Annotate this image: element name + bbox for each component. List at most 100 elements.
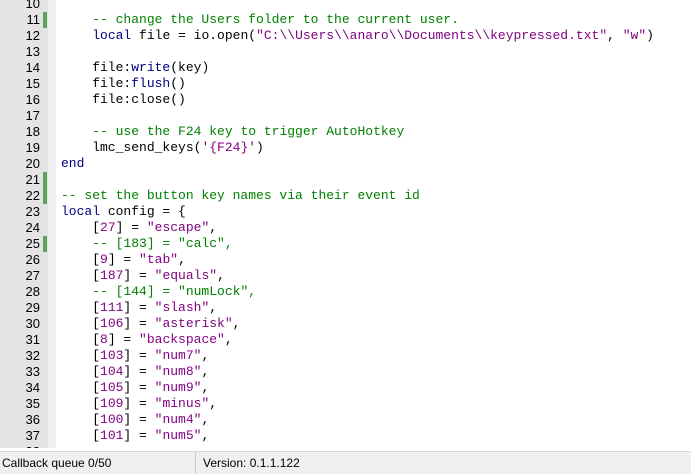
code-text[interactable]: [27] = "escape", — [61, 220, 217, 236]
code-token: "equals" — [154, 268, 218, 283]
code-line[interactable]: 31 [8] = "backspace", — [0, 332, 691, 348]
code-text[interactable]: file:close() — [61, 92, 186, 108]
line-number: 26 — [25, 252, 40, 267]
callback-queue-status: Callback queue 0/50 — [0, 452, 196, 474]
code-text[interactable]: [105] = "num9", — [61, 380, 209, 396]
code-line[interactable]: 11 -- change the Users folder to the cur… — [0, 12, 691, 28]
code-text[interactable]: -- [144] = "numLock", — [61, 284, 256, 300]
code-text[interactable]: [101] = "num5", — [61, 428, 209, 444]
code-token: , — [178, 252, 186, 267]
code-text[interactable]: [106] = "asterisk", — [61, 316, 240, 332]
code-line[interactable]: 35 [109] = "minus", — [0, 396, 691, 412]
code-token: "backspace" — [139, 332, 225, 347]
code-line[interactable]: 33 [104] = "num8", — [0, 364, 691, 380]
code-text[interactable]: -- [183] = "calc", — [61, 236, 233, 252]
line-number: 37 — [25, 428, 40, 443]
code-text[interactable]: end — [61, 156, 84, 172]
change-marker — [43, 188, 47, 204]
code-token: ) — [646, 28, 654, 43]
code-line[interactable]: 29 [111] = "slash", — [0, 300, 691, 316]
code-line[interactable]: 16 file:close() — [0, 92, 691, 108]
code-token: () — [170, 76, 186, 91]
code-line[interactable]: 26 [9] = "tab", — [0, 252, 691, 268]
code-token: , — [607, 28, 623, 43]
code-text[interactable]: [9] = "tab", — [61, 252, 186, 268]
code-line[interactable]: 25 -- [183] = "calc", — [0, 236, 691, 252]
code-line[interactable]: 24 [27] = "escape", — [0, 220, 691, 236]
code-line[interactable]: 13 — [0, 44, 691, 60]
code-text[interactable]: local config = { — [61, 204, 186, 220]
code-token: ] = — [123, 348, 155, 363]
line-number: 24 — [25, 220, 40, 235]
code-text[interactable]: [187] = "equals", — [61, 268, 225, 284]
change-marker — [43, 236, 47, 252]
code-token: ] = — [123, 364, 155, 379]
code-line[interactable]: 12 local file = io.open("C:\\Users\\anar… — [0, 28, 691, 44]
code-line[interactable]: 34 [105] = "num9", — [0, 380, 691, 396]
line-number: 20 — [25, 156, 40, 171]
code-token: end — [61, 156, 85, 171]
code-token: lmc_send_keys( — [61, 140, 202, 155]
code-token: "escape" — [146, 220, 210, 235]
code-line[interactable]: 27 [187] = "equals", — [0, 268, 691, 284]
code-token: ] = — [123, 412, 155, 427]
code-line[interactable]: 36 [100] = "num4", — [0, 412, 691, 428]
code-token: -- [183] = "calc", — [92, 236, 233, 251]
code-line[interactable]: 15 file:flush() — [0, 76, 691, 92]
code-line[interactable]: 20 end — [0, 156, 691, 172]
code-line[interactable]: 37 [101] = "num5", — [0, 428, 691, 444]
code-text[interactable]: file:flush() — [61, 76, 186, 92]
code-token: , — [201, 428, 210, 443]
code-line[interactable]: 30 [106] = "asterisk", — [0, 316, 691, 332]
code-editor[interactable]: 10 11 -- change the Users folder to the c… — [0, 0, 691, 448]
code-token: file: — [61, 60, 132, 75]
code-token: , — [224, 332, 233, 347]
change-marker — [43, 172, 47, 188]
code-text[interactable]: local file = io.open("C:\\Users\\anaro\\… — [61, 28, 654, 44]
code-line[interactable]: 28 -- [144] = "numLock", — [0, 284, 691, 300]
code-line[interactable]: 19 lmc_send_keys('{F24}') — [0, 140, 691, 156]
code-token: 106 — [100, 316, 124, 331]
code-text[interactable]: [111] = "slash", — [61, 300, 217, 316]
code-line[interactable]: 21 — [0, 172, 691, 188]
code-line[interactable]: 14 file:write(key) — [0, 60, 691, 76]
code-line[interactable]: 38 — [0, 444, 691, 448]
code-line[interactable]: 17 — [0, 108, 691, 124]
code-text[interactable]: [104] = "num8", — [61, 364, 209, 380]
line-number: 12 — [25, 28, 40, 43]
line-number: 10 — [25, 0, 40, 11]
code-line[interactable]: 32 [103] = "num7", — [0, 348, 691, 364]
code-text[interactable]: lmc_send_keys('{F24}') — [61, 140, 264, 156]
code-token: -- use the F24 key to trigger AutoHotkey — [92, 124, 405, 139]
code-token: [ — [61, 332, 101, 347]
code-token: , — [201, 412, 210, 427]
line-number: 34 — [25, 380, 40, 395]
code-token: [ — [61, 220, 101, 235]
code-text[interactable]: -- change the Users folder to the curren… — [61, 12, 459, 28]
code-text[interactable]: [109] = "minus", — [61, 396, 217, 412]
code-token: '{F24}' — [201, 140, 257, 155]
code-token: 109 — [100, 396, 124, 411]
code-line[interactable]: 22 -- set the button key names via their … — [0, 188, 691, 204]
code-text[interactable]: [100] = "num4", — [61, 412, 209, 428]
code-text[interactable]: -- use the F24 key to trigger AutoHotkey — [61, 124, 404, 140]
line-number: 31 — [25, 332, 40, 347]
code-token: ] = — [123, 396, 155, 411]
code-line[interactable]: 23 local config = { — [0, 204, 691, 220]
code-token: file:close() — [61, 92, 186, 107]
code-token: 187 — [100, 268, 124, 283]
code-token: 104 — [100, 364, 124, 379]
code-text[interactable]: [103] = "num7", — [61, 348, 209, 364]
code-text[interactable]: file:write(key) — [61, 60, 209, 76]
code-text[interactable]: [8] = "backspace", — [61, 332, 233, 348]
line-number: 33 — [25, 364, 40, 379]
line-number: 15 — [25, 76, 40, 91]
code-token: ] = — [107, 252, 140, 267]
code-text[interactable]: -- set the button key names via their ev… — [61, 188, 420, 204]
code-line[interactable]: 10 — [0, 0, 691, 12]
code-line[interactable]: 18 -- use the F24 key to trigger AutoHot… — [0, 124, 691, 140]
